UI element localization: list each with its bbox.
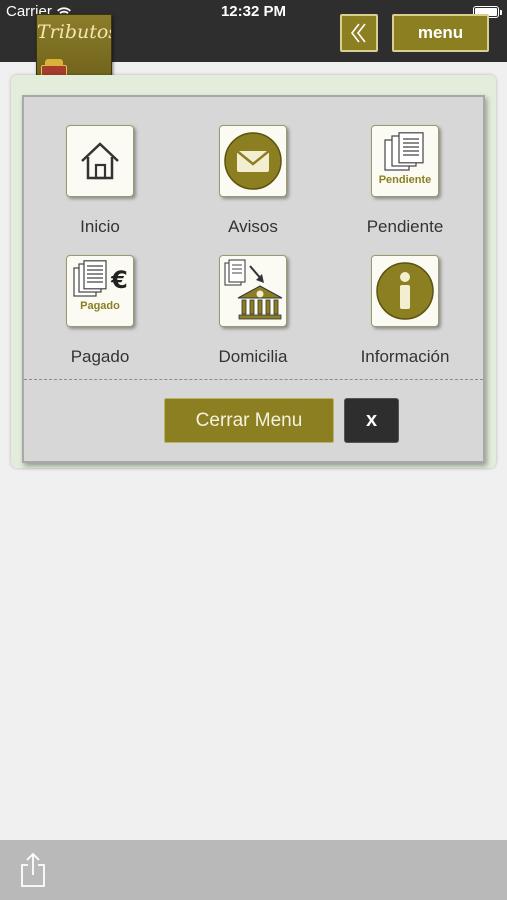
menu-item-label: Pendiente	[366, 217, 444, 236]
menu-item-pagado[interactable]: € Pagado Pagado	[30, 255, 170, 375]
info-icon	[376, 262, 434, 320]
pagado-tile: € Pagado	[66, 255, 134, 327]
bank-transfer-icon	[224, 259, 283, 320]
menu-item-informacion[interactable]: Información	[335, 255, 475, 375]
menu-item-avisos[interactable]: Avisos	[183, 125, 323, 245]
avisos-tile	[219, 125, 287, 197]
menu-item-label: Información	[360, 347, 450, 366]
pagado-badge: Pagado	[80, 300, 120, 312]
menu-item-label: Inicio	[80, 217, 120, 236]
menu-item-label: Pagado	[70, 347, 130, 366]
menu-divider	[24, 379, 483, 380]
menu-item-inicio[interactable]: Inicio	[30, 125, 170, 245]
menu-panel: Inicio Avisos Pendiente Pendiente € Paga…	[22, 95, 485, 463]
pendiente-tile: Pendiente	[371, 125, 439, 197]
menu-item-pendiente[interactable]: Pendiente Pendiente	[335, 125, 475, 245]
menu-button[interactable]: menu	[392, 14, 489, 52]
inicio-tile	[66, 125, 134, 197]
home-icon	[81, 142, 119, 180]
back-button[interactable]	[340, 14, 378, 52]
menu-item-label: Domicilia	[218, 347, 288, 366]
domicilia-tile	[219, 255, 287, 327]
double-chevron-left-icon	[350, 23, 366, 43]
paid-documents-icon	[73, 260, 107, 297]
bottom-toolbar	[0, 840, 507, 900]
pending-documents-icon	[384, 132, 424, 171]
close-menu-button[interactable]: Cerrar Menu	[164, 398, 334, 443]
euro-icon: €	[111, 266, 128, 294]
close-x-button[interactable]: x	[344, 398, 399, 443]
menu-item-domicilia[interactable]: Domicilia	[183, 255, 323, 375]
envelope-icon	[224, 132, 282, 190]
menu-item-label: Avisos	[228, 217, 278, 236]
logo-text: Tributos	[37, 21, 112, 43]
pendiente-badge: Pendiente	[378, 174, 432, 186]
share-icon[interactable]	[18, 852, 48, 888]
informacion-tile	[371, 255, 439, 327]
